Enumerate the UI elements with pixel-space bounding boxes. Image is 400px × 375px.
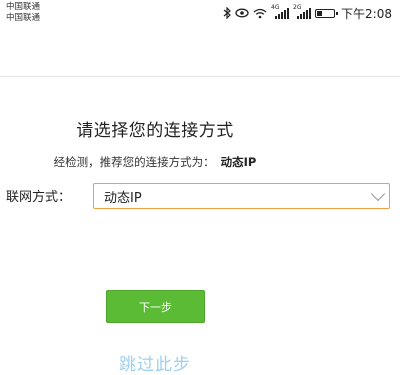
skip-step-link[interactable]: 跳过此步 [0, 350, 310, 375]
next-step-button[interactable]: 下一步 [106, 290, 205, 323]
detection-result: 经检测，推荐您的连接方式为： 动态IP [0, 154, 310, 170]
eye-icon [235, 6, 249, 20]
carrier-1: 中国联通 [6, 2, 41, 12]
clock: 下午2:08 [341, 6, 392, 21]
page-title: 请选择您的连接方式 [76, 121, 234, 141]
connection-type-value: 动态IP [104, 190, 142, 206]
status-bar: 中国联通 中国联通 4G 2G 下午2:08 [0, 0, 400, 26]
connection-type-label: 联网方式： [6, 190, 72, 205]
header-divider [0, 76, 400, 77]
bluetooth-icon [223, 6, 231, 20]
chevron-down-icon [370, 186, 386, 201]
signal-icon: 2G [293, 5, 312, 19]
carrier-2: 中国联通 [6, 13, 41, 23]
carrier-info: 中国联通 中国联通 [6, 2, 40, 24]
battery-fill [317, 10, 323, 16]
status-icons: 4G 2G 下午2:08 [223, 5, 392, 21]
detection-prefix: 经检测，推荐您的连接方式为： [53, 155, 215, 169]
detection-value: 动态IP [220, 155, 257, 169]
battery-icon [315, 8, 339, 18]
signal-icon: 4G [271, 5, 290, 19]
wifi-icon [253, 6, 267, 20]
connection-type-select[interactable]: 动态IP [93, 183, 390, 209]
